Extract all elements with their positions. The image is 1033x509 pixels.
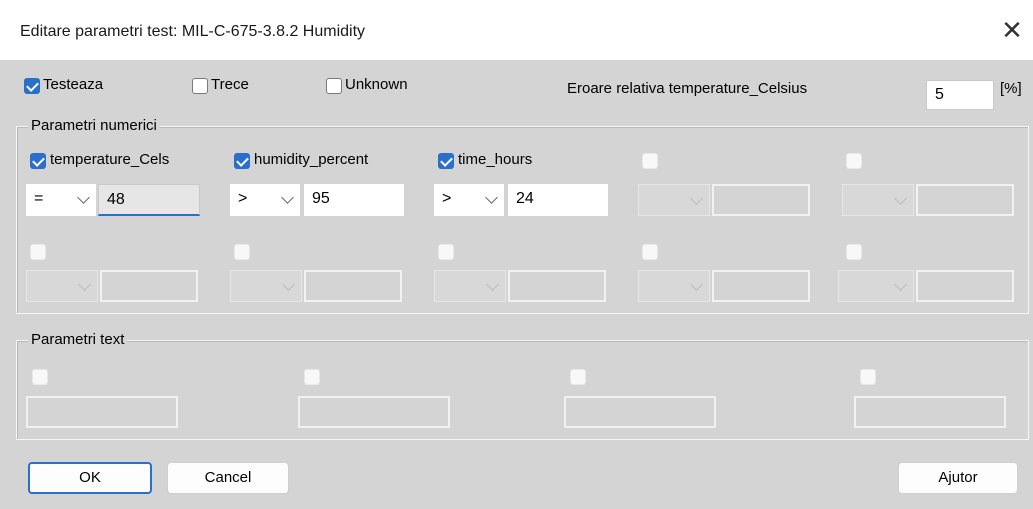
param5-operator-select[interactable] xyxy=(842,184,914,216)
chevron-down-icon xyxy=(894,278,907,291)
trece-checkbox[interactable] xyxy=(192,78,208,94)
param2-checkbox[interactable] xyxy=(234,153,250,169)
text-param1-checkbox[interactable] xyxy=(32,369,48,385)
param2-operator-select[interactable]: > xyxy=(230,184,300,216)
param10-checkbox[interactable] xyxy=(846,244,862,260)
param5-value-input[interactable] xyxy=(916,184,1014,216)
param4-checkbox[interactable] xyxy=(642,153,658,169)
text-param2-input[interactable] xyxy=(298,396,450,428)
text-param4-checkbox[interactable] xyxy=(860,369,876,385)
param5-checkbox[interactable] xyxy=(846,153,862,169)
unknown-checkbox[interactable] xyxy=(326,78,342,94)
param10-operator-select[interactable] xyxy=(838,270,914,302)
param2-label: humidity_percent xyxy=(254,151,369,168)
relative-error-label: Eroare relativa temperature_Celsius xyxy=(567,80,808,97)
param4-value-input[interactable] xyxy=(712,184,810,216)
chevron-down-icon xyxy=(77,191,90,204)
param9-value-input[interactable] xyxy=(712,270,810,302)
help-button[interactable]: Ajutor xyxy=(898,462,1018,494)
numeric-params-label: Parametri numerici xyxy=(28,117,160,134)
chevron-down-icon xyxy=(485,191,498,204)
text-param1-input[interactable] xyxy=(26,396,178,428)
param1-checkbox[interactable] xyxy=(30,153,46,169)
chevron-down-icon xyxy=(78,278,91,291)
text-param4-input[interactable] xyxy=(854,396,1006,428)
param8-value-input[interactable] xyxy=(508,270,606,302)
param7-value-input[interactable] xyxy=(304,270,402,302)
param3-value-input[interactable]: 24 xyxy=(508,184,608,216)
param8-checkbox[interactable] xyxy=(438,244,454,260)
chevron-down-icon xyxy=(690,192,703,205)
param6-checkbox[interactable] xyxy=(30,244,46,260)
param3-checkbox[interactable] xyxy=(438,153,454,169)
text-param3-checkbox[interactable] xyxy=(570,369,586,385)
param3-operator: > xyxy=(442,190,452,207)
param3-label: time_hours xyxy=(458,151,533,168)
param1-operator: = xyxy=(34,190,44,207)
text-params-label: Parametri text xyxy=(28,331,128,348)
param9-operator-select[interactable] xyxy=(638,270,710,302)
param7-checkbox[interactable] xyxy=(234,244,250,260)
param3-operator-select[interactable]: > xyxy=(434,184,504,216)
close-icon[interactable]: ✕ xyxy=(996,14,1028,46)
param4-operator-select[interactable] xyxy=(638,184,710,216)
text-param3-input[interactable] xyxy=(564,396,716,428)
chevron-down-icon xyxy=(281,191,294,204)
param1-value-input[interactable]: 48 xyxy=(98,184,200,216)
cancel-button[interactable]: Cancel xyxy=(167,462,289,494)
param6-value-input[interactable] xyxy=(100,270,198,302)
chevron-down-icon xyxy=(486,278,499,291)
param6-operator-select[interactable] xyxy=(26,270,98,302)
param1-label: temperature_Cels xyxy=(50,151,170,168)
chevron-down-icon xyxy=(894,192,907,205)
param2-value-input[interactable]: 95 xyxy=(304,184,404,216)
testeaza-label: Testeaza xyxy=(43,76,104,93)
param8-operator-select[interactable] xyxy=(434,270,506,302)
unknown-label: Unknown xyxy=(345,76,408,93)
param2-operator: > xyxy=(238,190,248,207)
trece-label: Trece xyxy=(211,76,249,93)
param10-value-input[interactable] xyxy=(916,270,1014,302)
param7-operator-select[interactable] xyxy=(230,270,302,302)
chevron-down-icon xyxy=(690,278,703,291)
ok-button[interactable]: OK xyxy=(28,462,152,494)
relative-error-unit: [%] xyxy=(1000,80,1022,97)
text-param2-checkbox[interactable] xyxy=(304,369,320,385)
chevron-down-icon xyxy=(282,278,295,291)
relative-error-input[interactable]: 5 xyxy=(926,80,994,110)
testeaza-checkbox[interactable] xyxy=(24,78,40,94)
window-title: Editare parametri test: MIL-C-675-3.8.2 … xyxy=(20,23,366,40)
param1-operator-select[interactable]: = xyxy=(26,184,96,216)
param9-checkbox[interactable] xyxy=(642,244,658,260)
